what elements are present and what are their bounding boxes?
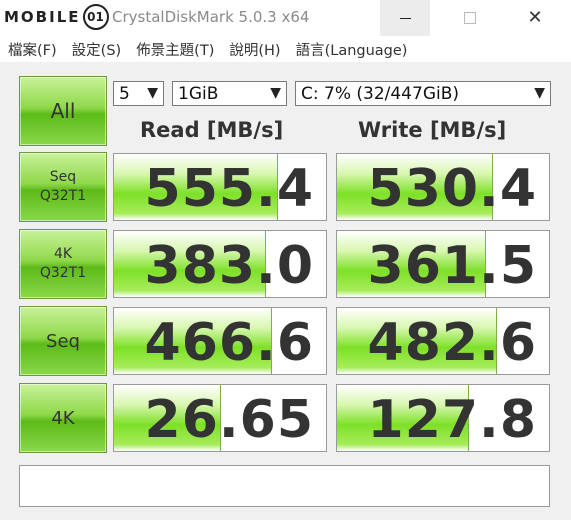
minimize-icon (399, 17, 411, 19)
read-result-4k: 26.65 (113, 384, 327, 452)
test-size-select[interactable]: 1GiB ▼ (172, 81, 287, 106)
menu-language[interactable]: 語言(Language) (288, 39, 415, 60)
watermark-logo: MOBILE 01 (4, 2, 109, 32)
read-result-4k-q32t1: 383.0 (113, 230, 327, 298)
maximize-button[interactable] (445, 0, 495, 36)
maximize-icon (464, 12, 476, 24)
menu-settings[interactable]: 設定(S) (64, 39, 129, 60)
read-result-seq-q32t1: 555.4 (113, 153, 327, 221)
test-label: 4K (53, 246, 73, 262)
comment-field[interactable] (19, 465, 550, 507)
drive-value: C: 7% (32/447GiB) (301, 83, 460, 104)
test-count-select[interactable]: 5 ▼ (113, 81, 164, 106)
write-value: 127.8 (367, 390, 537, 450)
close-icon: ✕ (527, 7, 543, 28)
close-button[interactable]: ✕ (510, 0, 560, 36)
test-button-4k-q32t1[interactable]: 4K Q32T1 (19, 229, 107, 299)
all-button[interactable]: All (19, 76, 107, 146)
read-value: 26.65 (144, 390, 314, 450)
window-title: CrystalDiskMark 5.0.3 x64 (112, 8, 310, 26)
drive-select[interactable]: C: 7% (32/447GiB) ▼ (295, 81, 551, 106)
chevron-down-icon: ▼ (147, 85, 158, 101)
title-bar: CrystalDiskMark 5.0.3 x64 MOBILE 01 ✕ (0, 0, 571, 36)
write-value: 361.5 (367, 236, 537, 296)
test-button-seq[interactable]: Seq (19, 306, 107, 376)
test-count-value: 5 (119, 83, 130, 104)
write-value: 482.6 (367, 313, 537, 373)
watermark-text: MOBILE (4, 8, 81, 26)
write-result-4k-q32t1: 361.5 (336, 230, 550, 298)
chevron-down-icon: ▼ (270, 85, 281, 101)
menu-help[interactable]: 說明(H) (221, 39, 287, 60)
chevron-down-icon: ▼ (534, 85, 545, 101)
test-size-value: 1GiB (178, 83, 219, 104)
menu-theme[interactable]: 佈景主題(T) (128, 39, 221, 60)
test-label: 4K (51, 407, 75, 429)
test-label: Seq (49, 169, 77, 185)
test-button-seq-q32t1[interactable]: Seq Q32T1 (19, 152, 107, 222)
read-value: 383.0 (144, 236, 314, 296)
read-value: 555.4 (144, 159, 314, 219)
write-header: Write [MB/s] (358, 118, 507, 142)
menu-bar: 檔案(F) 設定(S) 佈景主題(T) 說明(H) 語言(Language) (0, 36, 571, 62)
write-value: 530.4 (367, 159, 537, 219)
menu-file[interactable]: 檔案(F) (0, 39, 64, 60)
write-result-seq: 482.6 (336, 307, 550, 375)
watermark-circle: 01 (82, 4, 109, 30)
read-result-seq: 466.6 (113, 307, 327, 375)
test-label: Seq (46, 330, 80, 352)
minimize-button[interactable] (380, 0, 430, 36)
write-result-4k: 127.8 (336, 384, 550, 452)
write-result-seq-q32t1: 530.4 (336, 153, 550, 221)
read-header: Read [MB/s] (140, 118, 284, 142)
test-label: Q32T1 (39, 265, 87, 281)
all-button-label: All (50, 99, 76, 123)
read-value: 466.6 (144, 313, 314, 373)
test-label: Q32T1 (39, 188, 87, 204)
test-button-4k[interactable]: 4K (19, 383, 107, 453)
